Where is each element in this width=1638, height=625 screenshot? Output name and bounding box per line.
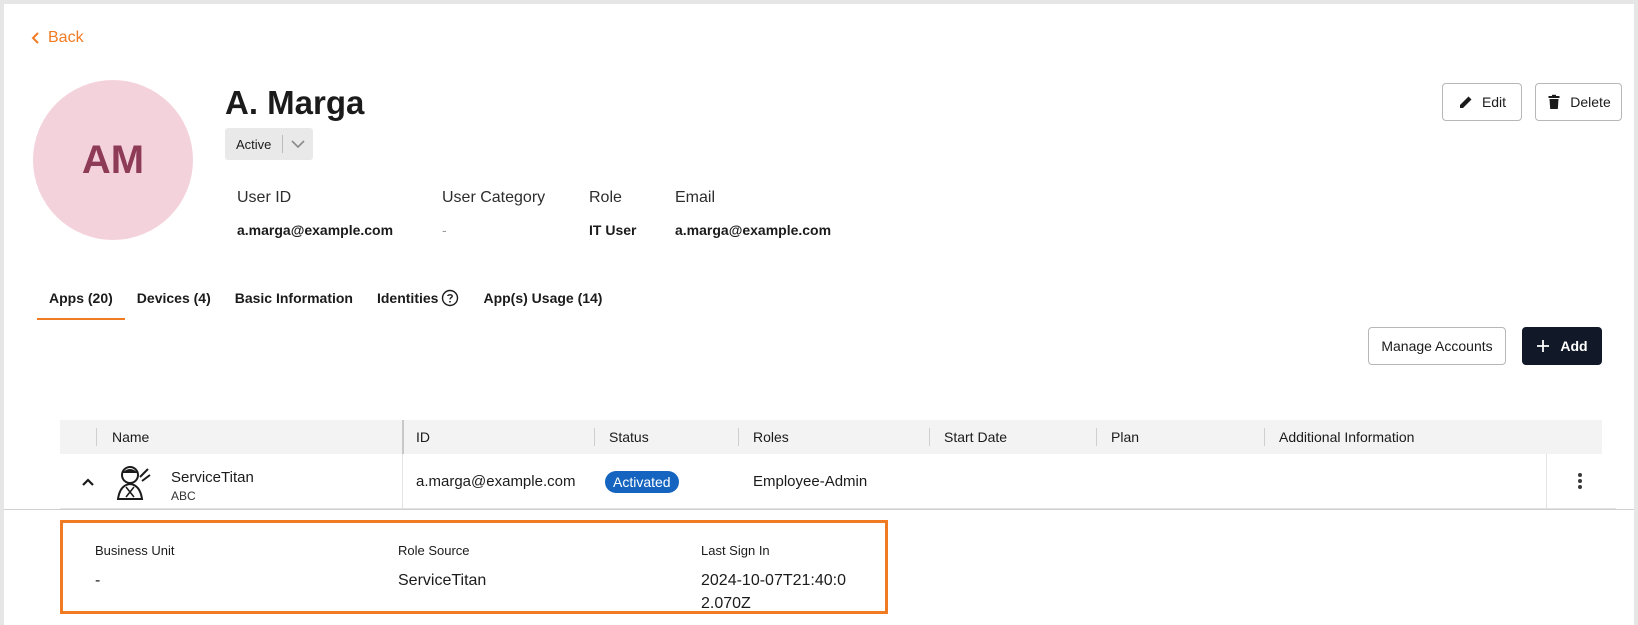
servicetitan-logo-icon bbox=[116, 466, 151, 500]
avatar: AM bbox=[33, 80, 193, 240]
column-header-start-date[interactable]: Start Date bbox=[944, 420, 1007, 454]
column-divider bbox=[96, 428, 97, 446]
app-subtitle: ABC bbox=[171, 489, 196, 503]
last-sign-in-value: 2024-10-07T21:40:02.070Z bbox=[701, 572, 846, 612]
column-divider bbox=[929, 428, 930, 446]
back-link[interactable]: Back bbox=[30, 29, 84, 47]
last-sign-in-label: Last Sign In bbox=[701, 543, 770, 558]
column-resize-handle[interactable] bbox=[402, 420, 404, 454]
manage-label: Manage Accounts bbox=[1381, 338, 1493, 354]
user-id-label: User ID bbox=[237, 189, 292, 206]
column-divider bbox=[1264, 428, 1265, 446]
tab-label: Apps (20) bbox=[49, 290, 113, 306]
email-label: Email bbox=[675, 189, 716, 206]
column-divider bbox=[738, 428, 739, 446]
tab-label: Identities bbox=[376, 290, 439, 306]
column-divider bbox=[1546, 454, 1547, 509]
detail-highlight-box: Business Unit - Role Source ServiceTitan… bbox=[60, 520, 888, 614]
row-roles: Employee-Admin bbox=[753, 473, 868, 490]
more-vertical-icon[interactable] bbox=[1570, 471, 1590, 491]
chevron-down-icon[interactable] bbox=[283, 139, 313, 149]
user-id-value: a.marga@example.com bbox=[237, 222, 394, 238]
trash-icon bbox=[1548, 94, 1560, 109]
role-source-label: Role Source bbox=[398, 543, 470, 558]
column-divider bbox=[402, 454, 403, 509]
add-label: Add bbox=[1560, 338, 1588, 354]
back-label: Back bbox=[48, 29, 84, 46]
column-divider bbox=[1096, 428, 1097, 446]
status-dropdown[interactable]: Active bbox=[225, 128, 313, 160]
add-button[interactable]: Add bbox=[1522, 327, 1602, 365]
manage-accounts-button[interactable]: Manage Accounts bbox=[1368, 327, 1506, 365]
row-id: a.marga@example.com bbox=[416, 473, 576, 490]
role-source-value: ServiceTitan bbox=[398, 572, 487, 589]
delete-button[interactable]: Delete bbox=[1535, 83, 1622, 121]
table-header: Name ID Status Roles Start Date Plan Add… bbox=[60, 420, 1602, 454]
status-value: Active bbox=[236, 136, 272, 152]
tab-label: App(s) Usage (14) bbox=[483, 290, 603, 306]
user-category-value: - bbox=[442, 222, 447, 238]
column-header-status[interactable]: Status bbox=[609, 420, 649, 454]
edit-label: Edit bbox=[1481, 94, 1507, 110]
page-title: A. Marga bbox=[225, 84, 365, 121]
status-badge: Activated bbox=[605, 470, 679, 493]
email-value: a.marga@example.com bbox=[675, 222, 832, 238]
table-row[interactable]: ServiceTitan ABC a.marga@example.com Act… bbox=[60, 454, 1616, 509]
delete-label: Delete bbox=[1570, 94, 1611, 110]
avatar-initials: AM bbox=[81, 137, 145, 182]
column-header-id[interactable]: ID bbox=[416, 420, 430, 454]
tab-bar: Apps (20) Devices (4) Basic Information … bbox=[37, 276, 614, 320]
user-category-label: User Category bbox=[442, 189, 546, 206]
tab-identities[interactable]: Identities bbox=[365, 276, 471, 320]
business-unit-label: Business Unit bbox=[95, 543, 175, 558]
app-name: ServiceTitan bbox=[171, 469, 254, 486]
chevron-left-icon bbox=[31, 32, 39, 44]
column-header-name[interactable]: Name bbox=[112, 420, 149, 454]
tab-app-usage[interactable]: App(s) Usage (14) bbox=[471, 276, 614, 320]
tab-apps[interactable]: Apps (20) bbox=[37, 276, 125, 320]
column-header-plan[interactable]: Plan bbox=[1111, 420, 1139, 454]
chevron-up-icon[interactable] bbox=[78, 472, 98, 492]
plus-icon bbox=[1537, 340, 1550, 352]
column-header-roles[interactable]: Roles bbox=[753, 420, 789, 454]
tab-label: Devices (4) bbox=[136, 290, 211, 306]
help-circle-icon[interactable] bbox=[441, 289, 459, 307]
role-value: IT User bbox=[589, 222, 637, 238]
edit-button[interactable]: Edit bbox=[1442, 83, 1522, 121]
pencil-icon bbox=[1459, 96, 1472, 108]
tab-devices[interactable]: Devices (4) bbox=[125, 276, 223, 320]
expanded-row-details: Business Unit - Role Source ServiceTitan… bbox=[4, 509, 1634, 625]
tab-label: Basic Information bbox=[234, 290, 353, 306]
role-label: Role bbox=[589, 189, 622, 206]
business-unit-value: - bbox=[95, 572, 101, 589]
tab-basic-information[interactable]: Basic Information bbox=[223, 276, 365, 320]
user-detail-page: Back AM A. Marga Active User ID a.marga@… bbox=[4, 4, 1634, 625]
column-header-additional-information[interactable]: Additional Information bbox=[1279, 420, 1414, 454]
column-divider bbox=[594, 428, 595, 446]
